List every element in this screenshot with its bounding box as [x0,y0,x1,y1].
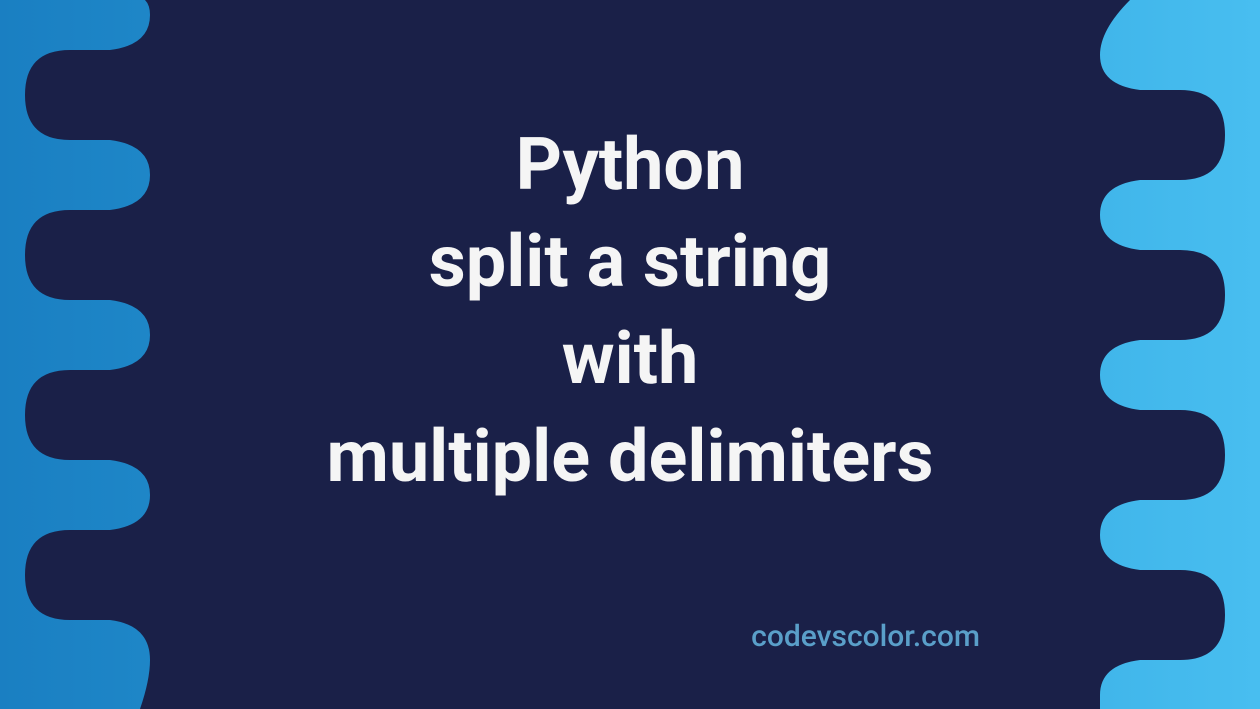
watermark-text: codevscolor.com [751,619,980,654]
title-line-4: multiple delimiters [180,408,1080,505]
title-line-1: Python [180,116,1080,213]
banner-container: Python split a string with multiple deli… [0,0,1260,709]
banner-title: Python split a string with multiple deli… [180,116,1080,505]
title-line-3: with [180,310,1080,407]
title-line-2: split a string [180,213,1080,310]
